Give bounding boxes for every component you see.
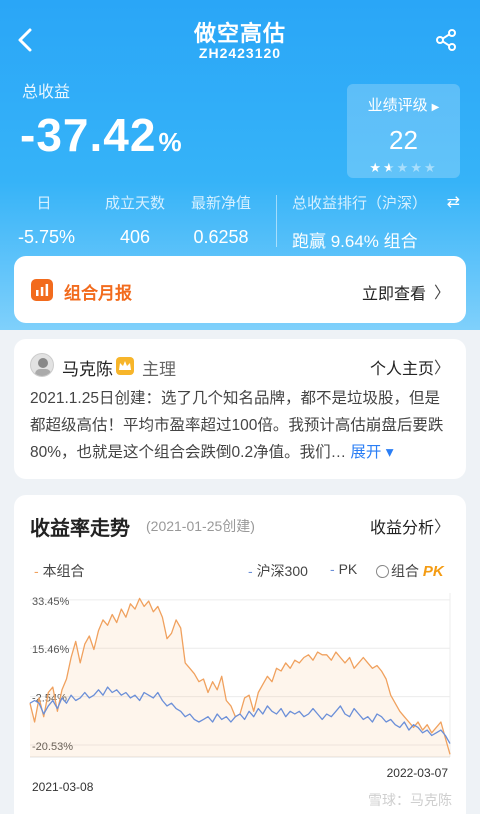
profile-link[interactable]: 个人主页 [370,355,434,379]
top-bar: 做空高估 ZH2423120 [0,0,480,70]
report-chart-icon [31,279,53,301]
portfolio-code: ZH2423120 [198,45,282,61]
rating-label-text: 业绩评级 [367,97,428,114]
star-full-icon: ★ [369,160,384,175]
stat-daily: 日 -5.75% [18,192,76,248]
avatar-image [35,358,51,376]
rating-label: 业绩评级 ▶ [347,94,460,115]
stat-label: 日 [36,195,52,212]
stat-value: -5.75% [18,227,76,247]
return-analysis-link[interactable]: 收益分析 [370,514,434,538]
ranking-label: 总收益排行（沪深） [292,195,428,212]
stat-nav: 最新净值 0.6258 [186,192,256,248]
star-empty-icon: ★ [396,160,411,175]
expand-label: 展开 [350,444,382,461]
swap-icon[interactable]: ⇄ [447,192,460,212]
star-empty-icon: ★ [423,160,438,175]
series-area-self [30,598,450,757]
manager-card: 马克陈 主理 个人主页 〉 2021.1.25日创建：选了几个知名品牌，都不是垃… [14,339,466,479]
total-return-label: 总收益 [22,84,71,101]
return-trend-card: 收益率走势 (2021-01-25创建) 收益分析 〉 - 本组合 - 沪深30… [14,495,466,814]
expand-link[interactable]: 展开 ▾ [350,444,393,461]
rating-stars: ★★★★★ [347,160,460,176]
return-chart: 33.45%15.46%-2.54%-20.53%2021-03-082022-… [29,593,451,794]
watermark: 雪球：马克陈 [368,792,452,808]
y-tick-label: 15.46% [32,644,70,656]
chart-created-date: (2021-01-25创建) [146,518,255,534]
total-return-unit: % [158,127,183,157]
manager-role: 主理 [142,360,176,379]
stat-label: 成立天数 [104,195,165,212]
avatar[interactable] [30,353,54,377]
monthly-report-card[interactable]: 组合月报 立即查看 〉 [14,256,466,323]
legend-pk: - PK [330,561,357,577]
rating-score: 22 [389,125,418,155]
page-title: 做空高估 [193,21,286,46]
chevron-right-icon[interactable]: 〉 [434,354,450,378]
legend-index: - 沪深300 [248,561,308,581]
manager-name[interactable]: 马克陈 [62,355,113,380]
chevron-right-icon[interactable]: 〉 [434,279,450,303]
legend-index-marker: - [248,563,253,579]
ranking-block[interactable]: 总收益排行（沪深） ⇄ 跑赢 9.64% 组合 [292,192,462,252]
stat-value: 406 [119,227,151,247]
legend-self: - 本组合 [34,561,85,581]
stat-value: 0.6258 [193,227,249,247]
y-tick-label: 33.45% [32,596,70,608]
crown-badge-icon [116,357,134,375]
legend-pk-marker: - [330,561,335,577]
legend-pk-label: PK [338,561,358,577]
rating-card[interactable]: 业绩评级 ▶ 22 ★★★★★ [347,84,460,178]
pk-logo: PK [422,563,444,580]
x-tick-label: 2021-03-08 [32,780,94,794]
legend-self-label: 本组合 [42,563,85,579]
total-return-value: -37.42% [20,108,183,162]
stats-divider [276,195,277,247]
report-title: 组合月报 [64,284,132,303]
chevron-right-icon[interactable]: 〉 [434,513,450,537]
legend-index-label: 沪深300 [256,563,308,579]
pk-option[interactable]: 组合 PK [376,561,444,581]
pk-option-label: 组合 [391,563,419,579]
view-now-link[interactable]: 立即查看 [362,280,426,304]
star-empty-icon: ★ [410,160,424,175]
chart-title: 收益率走势 [30,518,130,540]
play-arrow-icon: ▶ [431,102,440,113]
ranking-value: 跑赢 9.64% 组合 [292,232,418,251]
share-icon[interactable] [434,28,458,52]
radio-button[interactable] [376,565,389,578]
legend-self-marker: - [34,563,39,579]
x-tick-label: 2022-03-07 [387,766,449,780]
portfolio-description: 2021.1.25日创建：选了几个知名品牌，都不是垃圾股，但是都超级高估！平均市… [30,385,454,466]
star-half-icon: ★ [383,160,397,175]
stat-label: 最新净值 [190,195,251,212]
total-return-number: -37.42 [20,109,157,161]
stat-days: 成立天数 406 [100,192,170,248]
